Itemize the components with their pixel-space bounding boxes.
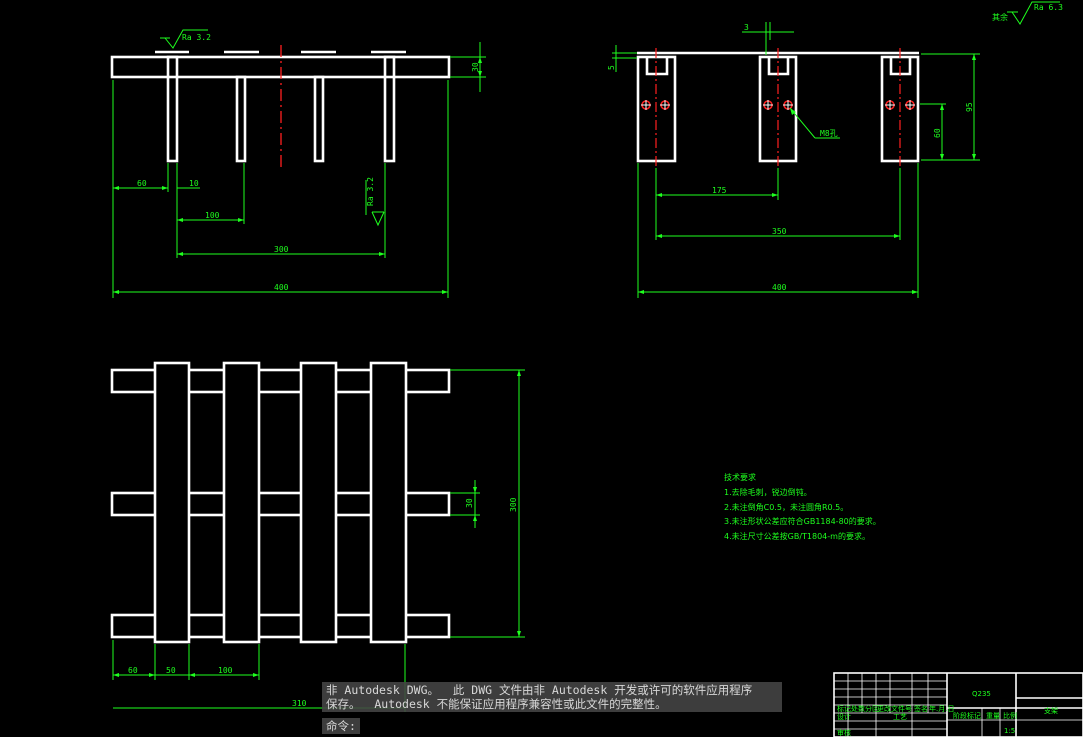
front-dim-100: 100 bbox=[205, 211, 220, 220]
side-leader-label: M8孔 bbox=[820, 129, 838, 138]
tb-label-change: 更改文件号 bbox=[877, 704, 912, 713]
top-dim-100: 100 bbox=[218, 666, 233, 675]
side-dim-175: 175 bbox=[712, 186, 727, 195]
front-dim-10: 10 bbox=[189, 179, 199, 188]
top-dim-310: 310 bbox=[292, 699, 307, 708]
material-label: Q235 bbox=[972, 690, 991, 698]
front-dim-300: 300 bbox=[274, 245, 289, 254]
top-plate bbox=[153, 361, 191, 644]
command-message-line-2: 保存。 Autodesk 不能保证应用程序兼容性或此文件的完整性。 bbox=[326, 697, 667, 711]
tb-scale-value: 1:5 bbox=[1004, 727, 1015, 735]
top-plate bbox=[369, 361, 408, 644]
front-roughness-label: Ra 3.2 bbox=[182, 33, 211, 42]
part-name-label: 支架 bbox=[1044, 706, 1058, 715]
command-history: 非 Autodesk DWG。 此 DWG 文件由非 Autodesk 开发或许… bbox=[322, 682, 782, 712]
side-dim-5: 5 bbox=[607, 65, 616, 70]
tb-row-process: 工艺 bbox=[893, 713, 907, 721]
command-message-line-1: 非 Autodesk DWG。 此 DWG 文件由非 Autodesk 开发或许… bbox=[326, 683, 753, 697]
tech-note-4: 4.未注尺寸公差按GB/T1804-m的要求。 bbox=[724, 531, 870, 541]
tech-notes-title: 技术要求 bbox=[724, 472, 756, 482]
top-plate bbox=[222, 361, 261, 644]
tb-weight-label: 重量 bbox=[986, 712, 1000, 720]
top-plate bbox=[299, 361, 338, 644]
tech-note-3: 3.未注形状公差应符合GB1184-80的要求。 bbox=[724, 516, 881, 526]
front-dim-height: 30 bbox=[471, 62, 480, 72]
tb-scale-label: 比例 bbox=[1003, 711, 1017, 720]
tb-label-mark: 标记 bbox=[837, 704, 851, 713]
side-dim-95: 95 bbox=[965, 102, 974, 112]
command-prompt[interactable]: 命令: bbox=[322, 718, 360, 734]
tech-note-2: 2.未注倒角C0.5，未注圆角R0.5。 bbox=[724, 502, 848, 512]
tech-note-1: 1.去除毛刺，锐边倒钝。 bbox=[724, 487, 812, 497]
rest-roughness-label: 其余 bbox=[992, 12, 1008, 22]
side-dim-350: 350 bbox=[772, 227, 787, 236]
tb-label-sign: 签名 bbox=[914, 704, 928, 713]
front-dim-400: 400 bbox=[274, 283, 289, 292]
top-dim-30: 30 bbox=[465, 498, 474, 508]
rest-roughness-value: Ra 6.3 bbox=[1034, 3, 1063, 12]
top-dim-50: 50 bbox=[166, 666, 176, 675]
side-dim-400: 400 bbox=[772, 283, 787, 292]
tb-row-design: 设计 bbox=[837, 712, 851, 721]
tb-label-count: 处数 bbox=[851, 704, 865, 713]
front-dim-60: 60 bbox=[137, 179, 147, 188]
top-dim-60: 60 bbox=[128, 666, 138, 675]
tb-stage-label: 阶段标记 bbox=[953, 711, 981, 720]
side-dim-60: 60 bbox=[933, 128, 942, 138]
tb-row-review: 审核 bbox=[837, 728, 851, 737]
front-roughness-right: Ra 3.2 bbox=[366, 177, 375, 206]
tb-label-date: 年.月.日 bbox=[929, 704, 954, 713]
top-dim-300: 300 bbox=[509, 497, 518, 512]
drawing-canvas[interactable]: Ra 3.2 30 60 10 100 300 400 Ra 3.2 3 5 9… bbox=[0, 0, 1083, 737]
side-dim-3: 3 bbox=[744, 23, 749, 32]
